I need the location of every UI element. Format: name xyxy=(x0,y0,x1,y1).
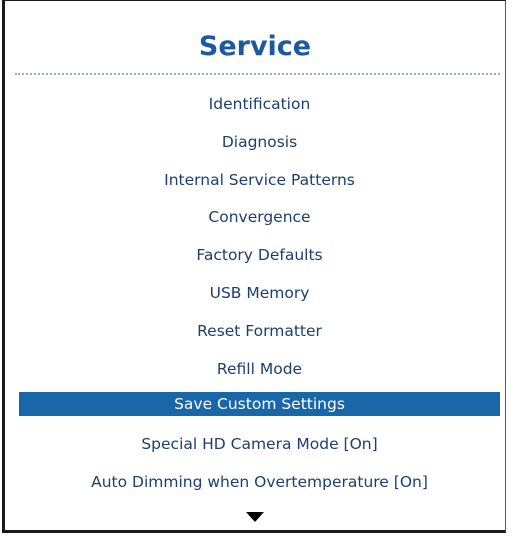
title-divider xyxy=(15,73,500,75)
menu-item-internal-service-patterns[interactable]: Internal Service Patterns xyxy=(19,165,500,203)
menu-item-convergence[interactable]: Convergence xyxy=(19,202,500,240)
menu-item-factory-defaults[interactable]: Factory Defaults xyxy=(19,240,500,278)
menu-item-usb-memory[interactable]: USB Memory xyxy=(19,278,500,316)
chevron-down-icon xyxy=(246,512,264,522)
menu-item-reset-formatter[interactable]: Reset Formatter xyxy=(19,316,500,354)
menu-item-special-hd-camera-mode[interactable]: Special HD Camera Mode [On] xyxy=(19,429,500,467)
menu-title: Service xyxy=(198,31,312,62)
service-menu-list: Identification Diagnosis Internal Servic… xyxy=(19,89,500,505)
menu-item-diagnosis[interactable]: Diagnosis xyxy=(19,127,500,165)
menu-item-refill-mode[interactable]: Refill Mode xyxy=(19,354,500,392)
menu-item-save-custom-settings[interactable]: Save Custom Settings xyxy=(19,392,500,417)
service-menu-panel: Service Identification Diagnosis Interna… xyxy=(2,0,506,533)
menu-item-identification[interactable]: Identification xyxy=(19,89,500,127)
scroll-down-indicator[interactable] xyxy=(5,509,505,527)
menu-item-auto-dimming-overtemperature[interactable]: Auto Dimming when Overtemperature [On] xyxy=(19,467,500,505)
